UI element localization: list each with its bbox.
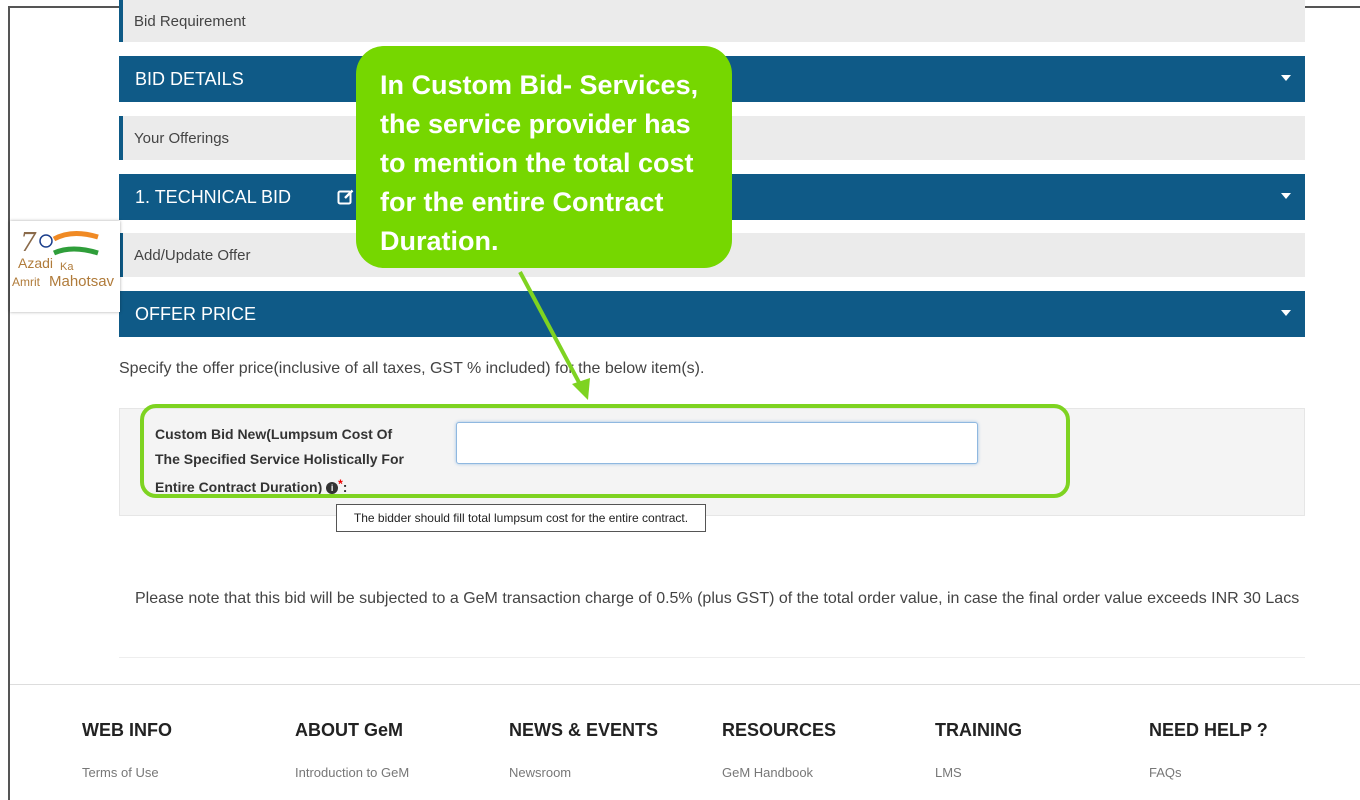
footer-col-help: NEED HELP ? FAQs bbox=[1149, 720, 1268, 780]
footer-heading: TRAINING bbox=[935, 720, 1022, 740]
offer-price-title: OFFER PRICE bbox=[135, 303, 257, 324]
footer-col-web-info: WEB INFO Terms of Use bbox=[82, 720, 172, 780]
technical-bid-title: 1. TECHNICAL BID bbox=[135, 186, 292, 207]
bid-details-title: BID DETAILS bbox=[135, 68, 244, 89]
logo-text-azadi: Azadi bbox=[18, 255, 54, 271]
caret-down-icon bbox=[1281, 193, 1291, 199]
edit-icon[interactable] bbox=[337, 188, 355, 206]
logo-text-amrit: Amrit bbox=[12, 275, 40, 289]
caret-down-icon bbox=[1281, 310, 1291, 316]
azadi-ka-amrit-mahotsav-logo: 7 Azadi Ka Amrit Mahotsav bbox=[10, 221, 120, 312]
footer-col-resources: RESOURCES GeM Handbook bbox=[722, 720, 836, 780]
caret-down-icon bbox=[1281, 75, 1291, 81]
logo-text-mahotsav: Mahotsav bbox=[49, 273, 115, 290]
footer-col-about: ABOUT GeM Introduction to GeM bbox=[295, 720, 409, 780]
footer-heading: RESOURCES bbox=[722, 720, 837, 740]
footer-col-news: NEWS & EVENTS Newsroom bbox=[509, 720, 658, 780]
footer-link-faqs[interactable]: FAQs bbox=[1149, 765, 1268, 780]
footer-link-newsroom[interactable]: Newsroom bbox=[509, 765, 658, 780]
content-divider bbox=[119, 657, 1305, 658]
annotation-callout: In Custom Bid- Services, the service pro… bbox=[356, 46, 732, 268]
your-offerings-label: Your Offerings bbox=[134, 129, 230, 147]
footer-heading: NEED HELP ? bbox=[1149, 720, 1268, 740]
lumpsum-tooltip: The bidder should fill total lumpsum cos… bbox=[336, 504, 706, 532]
footer-link-terms[interactable]: Terms of Use bbox=[82, 765, 172, 780]
footer-heading: NEWS & EVENTS bbox=[509, 720, 659, 740]
footer-col-training: TRAINING LMS bbox=[935, 720, 1022, 780]
logo-text-ka: Ka bbox=[60, 261, 74, 273]
transaction-charge-note: Please note that this bid will be subjec… bbox=[135, 590, 1300, 607]
footer-link-handbook[interactable]: GeM Handbook bbox=[722, 765, 836, 780]
footer-link-introduction[interactable]: Introduction to GeM bbox=[295, 765, 409, 780]
svg-text:7: 7 bbox=[20, 228, 37, 258]
offer-price-instruction: Specify the offer price(inclusive of all… bbox=[119, 360, 705, 377]
bid-requirement-row[interactable]: Bid Requirement bbox=[119, 0, 1305, 42]
add-update-offer-label: Add/Update Offer bbox=[134, 246, 251, 264]
footer-heading: WEB INFO bbox=[82, 720, 172, 740]
footer-divider bbox=[10, 684, 1360, 685]
footer-link-lms[interactable]: LMS bbox=[935, 765, 1022, 780]
highlight-outline bbox=[140, 404, 1070, 498]
footer-heading: ABOUT GeM bbox=[295, 720, 403, 740]
bid-requirement-label: Bid Requirement bbox=[134, 12, 246, 30]
offer-price-header[interactable]: OFFER PRICE bbox=[119, 291, 1305, 337]
